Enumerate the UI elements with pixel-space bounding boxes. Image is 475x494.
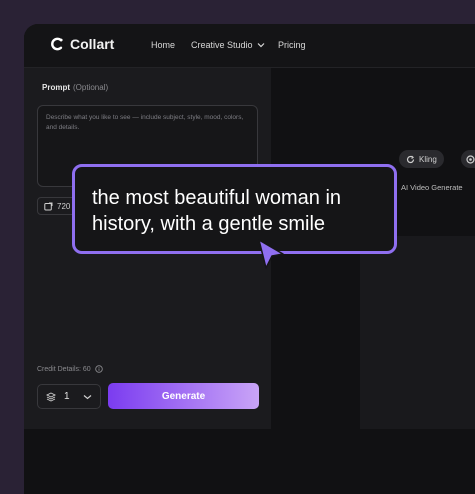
model-chip-other[interactable] — [461, 150, 475, 168]
model-logo-icon — [466, 154, 475, 164]
nav-home[interactable]: Home — [151, 40, 175, 50]
mouse-cursor-icon — [258, 239, 284, 269]
resize-icon — [44, 202, 53, 210]
resolution-value: 720 — [57, 201, 71, 211]
generate-button[interactable]: Generate — [108, 383, 259, 409]
model-chip-kling[interactable]: Kling — [399, 150, 444, 168]
app-window: Collart Home Creative Studio Pricing Pro… — [24, 24, 475, 494]
nav-pricing[interactable]: Pricing — [278, 40, 306, 50]
collart-logo-icon — [51, 37, 63, 51]
quantity-value: 1 — [64, 391, 70, 402]
prompt-optional-text: (Optional) — [73, 83, 109, 92]
nav-creative-studio-label: Creative Studio — [191, 40, 253, 50]
nav-creative-studio[interactable]: Creative Studio — [191, 40, 265, 50]
prompt-label-text: Prompt — [42, 83, 70, 92]
quantity-select[interactable]: 1 — [37, 384, 101, 409]
preview-card — [360, 236, 475, 429]
chevron-down-icon — [257, 43, 264, 48]
brand-logo[interactable]: Collart — [50, 36, 114, 52]
bottom-area — [24, 429, 475, 494]
credit-details: Credit Details: 60 — [37, 365, 103, 373]
chevron-down-icon — [83, 394, 92, 399]
refresh-icon — [406, 155, 415, 163]
credit-label: Credit Details: 60 — [37, 365, 91, 373]
brand-name: Collart — [70, 36, 115, 52]
layers-icon — [46, 391, 56, 402]
top-navbar: Collart Home Creative Studio Pricing — [24, 24, 475, 68]
prompt-label: Prompt (Optional) — [42, 83, 108, 92]
ai-video-generate-label: AI Video Generate — [401, 183, 463, 192]
info-icon[interactable] — [94, 365, 103, 373]
prompt-tooltip: the most beautiful woman in history, wit… — [72, 164, 397, 254]
model-chip-kling-label: Kling — [419, 154, 437, 164]
